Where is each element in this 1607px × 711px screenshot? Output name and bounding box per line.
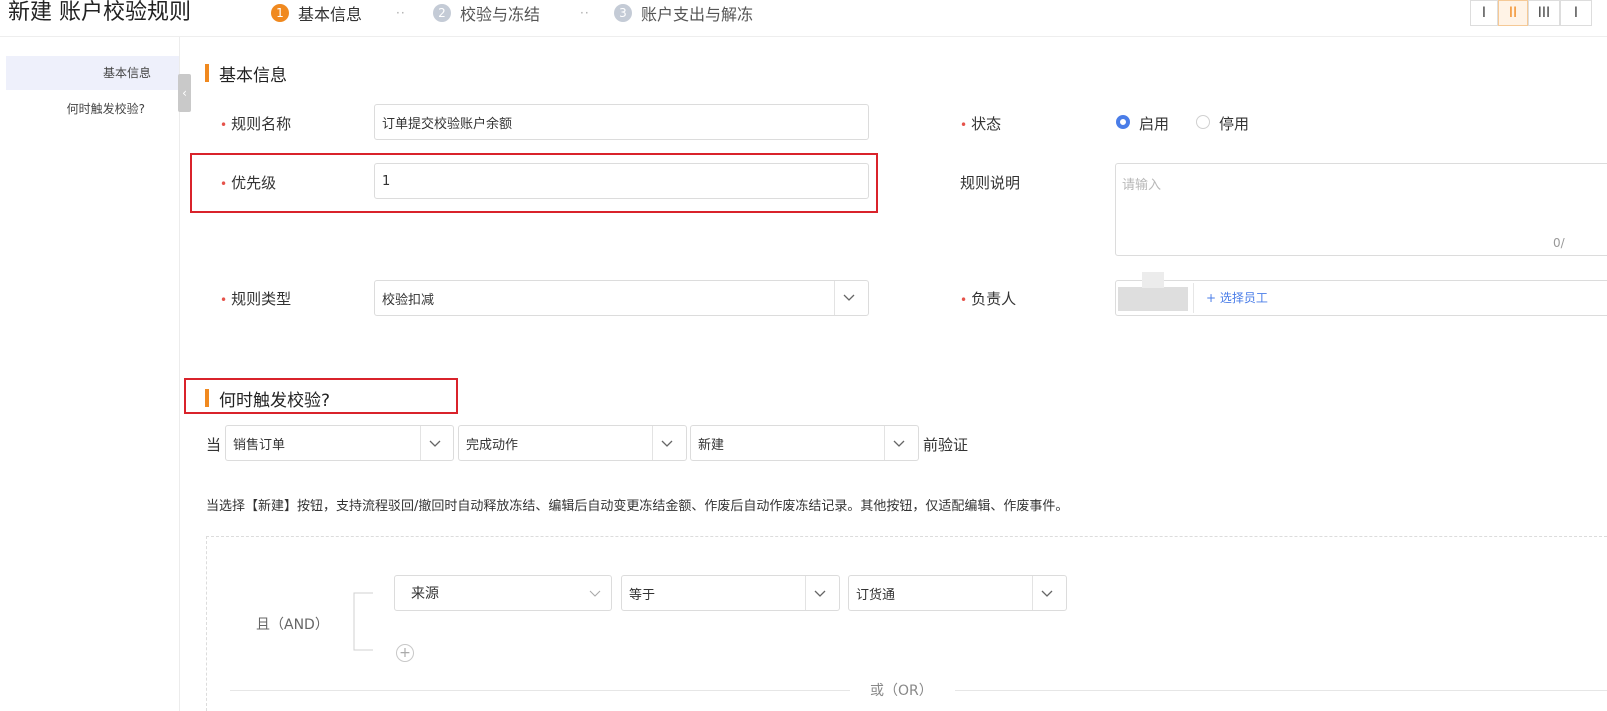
collapse-sidebar-icon[interactable]: ‹ bbox=[178, 74, 191, 112]
rule-name-label: • 规则名称 bbox=[220, 113, 291, 134]
condition-operator-select[interactable]: 等于 bbox=[621, 575, 840, 611]
owner-avatar-blurred-top bbox=[1142, 272, 1164, 288]
rule-type-value: 校验扣减 bbox=[382, 292, 435, 308]
step-label: 账户支出与解冻 bbox=[641, 5, 754, 24]
chevron-down-icon[interactable] bbox=[429, 437, 441, 449]
rule-type-label-text: 规则类型 bbox=[231, 290, 292, 308]
required-mark: • bbox=[220, 118, 228, 132]
page-title: 新建 账户校验规则 bbox=[8, 0, 191, 25]
section-title-basic-info: 基本信息 bbox=[219, 66, 287, 86]
chevron-down-icon[interactable] bbox=[1041, 587, 1053, 599]
status-disabled-radio[interactable] bbox=[1196, 115, 1210, 129]
step-number: 2 bbox=[433, 4, 451, 22]
section-marker bbox=[205, 64, 209, 82]
chevron-down-icon[interactable] bbox=[589, 587, 601, 599]
action-select-value: 完成动作 bbox=[466, 437, 519, 453]
or-divider-right bbox=[955, 690, 1607, 691]
condition-field-value: 来源 bbox=[411, 586, 439, 602]
status-enabled-radio[interactable] bbox=[1116, 115, 1130, 129]
rule-type-label: • 规则类型 bbox=[220, 288, 291, 309]
status-label-text: 状态 bbox=[971, 115, 1002, 133]
condition-field-select[interactable]: 来源 bbox=[394, 575, 612, 611]
object-select-value: 销售订单 bbox=[233, 437, 286, 453]
description-label: 规则说明 bbox=[960, 174, 1021, 192]
chevron-down-icon[interactable] bbox=[661, 437, 673, 449]
status-enabled-label[interactable]: 启用 bbox=[1139, 113, 1169, 134]
anchor-sidebar bbox=[0, 37, 180, 711]
owner-field[interactable] bbox=[1115, 280, 1607, 316]
step-validate-freeze[interactable]: 2 校验与冻结 bbox=[433, 1, 540, 25]
priority-highlight-box bbox=[190, 153, 878, 213]
description-char-counter: 0/ bbox=[1553, 236, 1565, 250]
layout-one-column-button[interactable]: I bbox=[1470, 0, 1498, 26]
status-disabled-label[interactable]: 停用 bbox=[1219, 113, 1249, 134]
chevron-down-icon[interactable] bbox=[814, 587, 826, 599]
step-label: 校验与冻结 bbox=[460, 5, 541, 24]
step-number: 1 bbox=[271, 4, 289, 22]
condition-value-select[interactable]: 订货通 bbox=[848, 575, 1067, 611]
trigger-suffix: 前验证 bbox=[923, 436, 969, 454]
button-select-value: 新建 bbox=[698, 437, 725, 453]
trigger-title-highlight-box bbox=[184, 378, 458, 414]
chevron-down-icon[interactable] bbox=[843, 291, 855, 303]
step-separator: ·· bbox=[580, 6, 590, 20]
layout-four-column-button[interactable]: I bbox=[1560, 0, 1592, 26]
condition-value-value: 订货通 bbox=[856, 587, 896, 603]
owner-divider bbox=[1193, 283, 1194, 313]
select-divider bbox=[884, 426, 885, 460]
layout-two-column-button[interactable]: II bbox=[1498, 0, 1528, 26]
step-label: 基本信息 bbox=[298, 5, 363, 24]
step-separator: ·· bbox=[396, 6, 406, 20]
select-divider bbox=[805, 576, 806, 610]
trigger-note: 当选择【新建】按钮，支持流程驳回/撤回时自动释放冻结、编辑后自动变更冻结金额、作… bbox=[206, 499, 1069, 514]
chevron-down-icon[interactable] bbox=[893, 437, 905, 449]
description-textarea[interactable] bbox=[1115, 163, 1607, 256]
select-employee-link[interactable]: + 选择员工 bbox=[1206, 289, 1268, 306]
select-divider bbox=[420, 426, 421, 460]
sidebar-item-basic-info[interactable]: 基本信息 bbox=[6, 56, 179, 90]
select-divider bbox=[834, 281, 835, 315]
owner-label: • 负责人 bbox=[960, 288, 1016, 309]
sidebar-item-trigger[interactable]: 何时触发校验? bbox=[6, 92, 179, 126]
status-label: • 状态 bbox=[960, 113, 1001, 134]
condition-operator-value: 等于 bbox=[629, 587, 656, 603]
owner-avatar-blurred bbox=[1118, 287, 1188, 311]
description-placeholder: 请输入 bbox=[1122, 178, 1162, 193]
select-divider bbox=[652, 426, 653, 460]
rule-name-label-text: 规则名称 bbox=[231, 115, 292, 133]
rule-type-select[interactable]: 校验扣减 bbox=[374, 280, 869, 316]
step-basic-info[interactable]: 1 基本信息 bbox=[271, 1, 362, 25]
required-mark: • bbox=[960, 293, 968, 307]
step-number: 3 bbox=[614, 4, 632, 22]
select-divider bbox=[1032, 576, 1033, 610]
or-divider-left bbox=[230, 690, 850, 691]
layout-three-column-button[interactable]: III bbox=[1528, 0, 1560, 26]
page-header: 新建 账户校验规则 1 基本信息 ·· 2 校验与冻结 ·· 3 账户支出与解冻… bbox=[0, 0, 1607, 37]
logic-or-label: 或（OR） bbox=[870, 683, 933, 699]
required-mark: • bbox=[960, 118, 968, 132]
logic-bracket bbox=[353, 592, 373, 651]
rule-name-input[interactable]: 订单提交校验账户余额 bbox=[374, 104, 869, 140]
add-condition-icon[interactable]: + bbox=[396, 644, 414, 662]
logic-and-label: 且（AND） bbox=[256, 617, 329, 633]
step-payout-unfreeze[interactable]: 3 账户支出与解冻 bbox=[614, 1, 753, 25]
required-mark: • bbox=[220, 293, 228, 307]
trigger-prefix: 当 bbox=[206, 436, 222, 454]
owner-label-text: 负责人 bbox=[971, 290, 1017, 308]
